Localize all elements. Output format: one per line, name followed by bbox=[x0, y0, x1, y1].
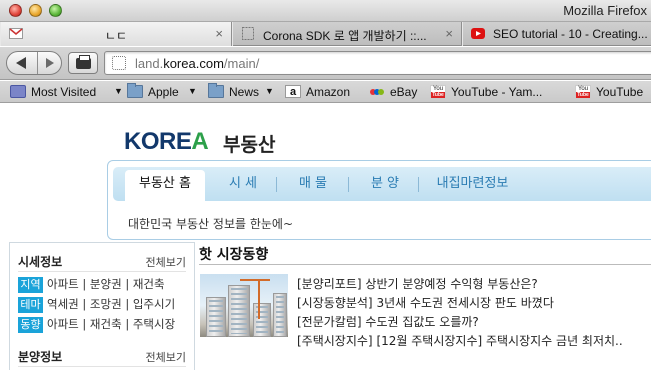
main-nav-box: 부동산 홈 시 세 매 물 분 양 내집마련정보 대한민국 부동산 정보를 한눈… bbox=[107, 160, 651, 240]
news-thumbnail-image[interactable] bbox=[200, 274, 288, 337]
sidebar-section-title[interactable]: 분양정보 bbox=[18, 348, 62, 365]
most-visited-icon bbox=[10, 85, 26, 98]
news-item[interactable]: [주택시장지수] [12월 주택시장지수] 주택시장지수 금년 최저치.. bbox=[297, 332, 642, 370]
logo-subtitle[interactable]: 부동산 bbox=[223, 130, 275, 157]
view-all-link[interactable]: 전체보기 bbox=[146, 349, 186, 365]
main-nav: 부동산 홈 시 세 매 물 분 양 내집마련정보 bbox=[113, 167, 651, 201]
tab-strip: ㄴㄷ × Corona SDK 로 앱 개발하기 ::... × SEO tut… bbox=[0, 22, 651, 46]
back-button[interactable] bbox=[7, 52, 37, 74]
korea-logo[interactable]: KOREA bbox=[124, 128, 209, 156]
nav-home-buying-info[interactable]: 내집마련정보 bbox=[425, 167, 520, 201]
bookmark-label: YouTube bbox=[596, 85, 644, 99]
chevron-down-icon: ▼ bbox=[188, 86, 197, 96]
building bbox=[253, 303, 271, 337]
sidebar-links[interactable]: 역세권 | 조망권 | 입주시기 bbox=[47, 297, 175, 311]
tab-label: ㄴㄷ bbox=[105, 29, 128, 43]
news-category: [전문가칼럼] bbox=[297, 315, 362, 329]
tab-close-icon[interactable]: × bbox=[445, 26, 453, 41]
crane bbox=[240, 279, 270, 319]
site-identity-icon[interactable] bbox=[112, 56, 126, 70]
divider bbox=[18, 271, 186, 272]
hot-market-title: 핫 시장동향 bbox=[199, 247, 269, 263]
window-titlebar: Mozilla Firefox bbox=[0, 0, 651, 22]
sidebar-row-theme: 테마 역세권 | 조망권 | 입주시기 bbox=[18, 296, 175, 313]
bookmark-label: YouTube - Yam... bbox=[451, 85, 543, 99]
url-host: korea.com bbox=[163, 56, 224, 71]
tab-gmail[interactable]: ㄴㄷ × bbox=[0, 22, 232, 46]
nav-listings[interactable]: 매 물 bbox=[283, 167, 343, 201]
bookmarks-toolbar: Most Visited ▼ Apple ▼ News ▼ a Amazon e… bbox=[0, 81, 651, 103]
building bbox=[206, 297, 226, 337]
tab-label: SEO tutorial - 10 - Creating... bbox=[493, 27, 648, 41]
bookmark-label: Most Visited bbox=[31, 85, 97, 99]
folder-icon bbox=[127, 83, 143, 98]
news-headline: 상반기 분양예정 수익형 부동산은? bbox=[365, 277, 538, 291]
ebay-icon bbox=[369, 85, 385, 98]
bookmark-label: Amazon bbox=[306, 85, 351, 99]
sidebar-links[interactable]: 아파트 | 재건축 | 주택시장 bbox=[47, 317, 175, 331]
news-item[interactable]: [분양리포트] 상반기 분양예정 수익형 부동산은? bbox=[297, 275, 651, 292]
zoom-window-button[interactable] bbox=[49, 4, 62, 17]
sidebar-tag[interactable]: 테마 bbox=[18, 297, 43, 313]
logo-text: KORE bbox=[124, 128, 192, 155]
view-all-link[interactable]: 전체보기 bbox=[146, 254, 186, 270]
news-category: [시장동향분석] bbox=[297, 296, 373, 310]
bookmark-label: eBay bbox=[390, 85, 418, 99]
nav-divider bbox=[276, 177, 277, 192]
youtube-icon: You Tube bbox=[430, 85, 446, 98]
nav-divider bbox=[348, 177, 349, 192]
news-category: [분양리포트] bbox=[297, 277, 362, 291]
bookmark-label: Apple bbox=[148, 85, 179, 99]
amazon-icon: a bbox=[285, 85, 301, 98]
news-headline: [12월 주택시장지수] 주택시장지수 금년 최저치.. bbox=[376, 334, 623, 348]
chevron-down-icon: ▼ bbox=[265, 86, 274, 96]
close-window-button[interactable] bbox=[9, 4, 22, 17]
nav-divider bbox=[418, 177, 419, 192]
bookmark-label: News bbox=[229, 85, 260, 99]
sidebar-section-title[interactable]: 시세정보 bbox=[18, 253, 62, 270]
divider bbox=[18, 366, 186, 367]
news-category: [주택시장지수] bbox=[297, 334, 373, 348]
divider bbox=[199, 264, 651, 265]
sidebar-tag[interactable]: 지역 bbox=[18, 277, 43, 293]
logo-accent: A bbox=[191, 128, 209, 155]
sidebar: 시세정보 전체보기 지역 아파트 | 분양권 | 재건축 테마 역세권 | 조망권 … bbox=[9, 242, 195, 370]
nav-home[interactable]: 부동산 홈 bbox=[125, 170, 205, 201]
building bbox=[273, 293, 287, 337]
sidebar-row-trend: 동향 아파트 | 재건축 | 주택시장 bbox=[18, 316, 175, 333]
tab-close-icon[interactable]: × bbox=[215, 26, 223, 41]
url-path: /main/ bbox=[223, 56, 260, 71]
news-headline: 3년새 수도권 전세시장 판도 바꼈다 bbox=[376, 296, 554, 310]
web-page: KOREA 부동산 부동산 홈 시 세 매 물 분 양 내집마련정보 대한민국 … bbox=[0, 104, 651, 370]
blank-page-icon bbox=[241, 27, 255, 40]
youtube-icon bbox=[471, 27, 485, 40]
print-button[interactable] bbox=[68, 52, 98, 74]
url-prefix: land. bbox=[135, 56, 164, 71]
url-bar[interactable]: land.korea.com/main/ bbox=[104, 51, 651, 75]
back-forward-group bbox=[6, 51, 62, 75]
sidebar-tag[interactable]: 동향 bbox=[18, 317, 43, 333]
nav-price[interactable]: 시 세 bbox=[213, 167, 273, 201]
nav-presale[interactable]: 분 양 bbox=[355, 167, 415, 201]
window-title: Mozilla Firefox bbox=[563, 3, 647, 18]
site-tagline: 대한민국 부동산 정보를 한눈에~ bbox=[128, 217, 294, 231]
minimize-window-button[interactable] bbox=[29, 4, 42, 17]
tab-corona-sdk[interactable]: Corona SDK 로 앱 개발하기 ::... × bbox=[232, 22, 462, 46]
news-item[interactable]: [전문가칼럼] 수도권 집값도 오를까? bbox=[297, 313, 651, 330]
tab-seo-tutorial[interactable]: SEO tutorial - 10 - Creating... bbox=[462, 22, 651, 46]
sidebar-row-region: 지역 아파트 | 분양권 | 재건축 bbox=[18, 276, 165, 293]
sidebar-links[interactable]: 아파트 | 분양권 | 재건축 bbox=[47, 277, 165, 291]
folder-icon bbox=[208, 83, 224, 98]
navigation-toolbar: land.korea.com/main/ bbox=[0, 47, 651, 80]
printer-icon bbox=[76, 55, 91, 69]
news-item[interactable]: [시장동향분석] 3년새 수도권 전세시장 판도 바꼈다 bbox=[297, 294, 651, 311]
building bbox=[228, 285, 250, 337]
news-headline: 수도권 집값도 오를까? bbox=[365, 315, 479, 329]
forward-button[interactable] bbox=[38, 52, 62, 74]
chevron-down-icon: ▼ bbox=[114, 86, 123, 96]
tab-label: Corona SDK 로 앱 개발하기 ::... bbox=[263, 29, 427, 43]
youtube-icon: You Tube bbox=[575, 85, 591, 98]
url-text[interactable]: land.korea.com/main/ bbox=[135, 56, 259, 71]
gmail-icon bbox=[9, 27, 23, 40]
